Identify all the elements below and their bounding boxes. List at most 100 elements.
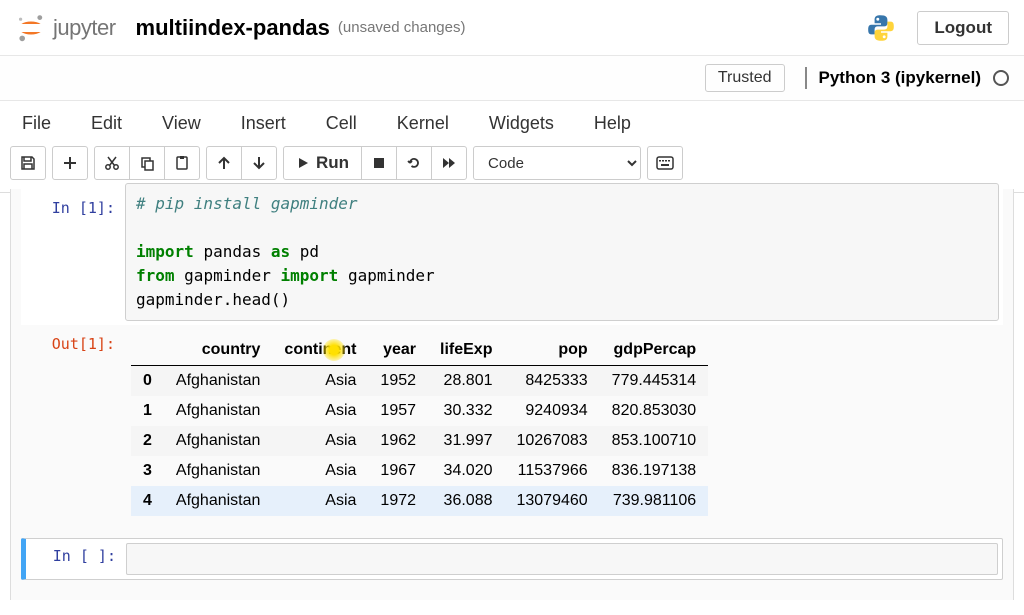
kernel-indicator-icon[interactable] xyxy=(993,70,1009,86)
menu-view[interactable]: View xyxy=(156,111,207,136)
kernel-name[interactable]: Python 3 (ipykernel) xyxy=(819,68,981,88)
table-cell: Afghanistan xyxy=(164,456,273,486)
table-row: 1AfghanistanAsia195730.3329240934820.853… xyxy=(131,396,708,426)
code-cell-1[interactable]: In [1]: # pip install gapminder import p… xyxy=(21,189,1003,325)
paste-button[interactable] xyxy=(164,146,200,180)
notebook-status: (unsaved changes) xyxy=(338,19,466,36)
table-cell: 8425333 xyxy=(504,366,599,397)
table-cell: Afghanistan xyxy=(164,396,273,426)
table-cell: 4 xyxy=(131,486,164,516)
table-cell: 36.088 xyxy=(428,486,504,516)
paste-icon xyxy=(174,155,190,171)
in-prompt-1: In [1]: xyxy=(25,193,125,321)
keyboard-icon xyxy=(656,156,674,170)
code-line-1: import pandas as pd xyxy=(136,240,988,264)
trusted-indicator[interactable]: Trusted xyxy=(705,64,785,92)
plus-icon xyxy=(62,155,78,171)
empty-code-cell[interactable]: In [ ]: xyxy=(21,538,1003,580)
table-header-cell: continent xyxy=(272,335,368,366)
empty-code-input[interactable] xyxy=(126,543,998,575)
jupyter-icon xyxy=(15,12,47,44)
kernel-separator xyxy=(805,67,807,89)
in-prompt-empty: In [ ]: xyxy=(30,543,126,575)
table-header-cell: country xyxy=(164,335,273,366)
table-cell: 853.100710 xyxy=(600,426,709,456)
table-cell: 13079460 xyxy=(504,486,599,516)
move-down-button[interactable] xyxy=(241,146,277,180)
table-cell: 3 xyxy=(131,456,164,486)
menu-edit[interactable]: Edit xyxy=(85,111,128,136)
menu-widgets[interactable]: Widgets xyxy=(483,111,560,136)
table-cell: Asia xyxy=(272,486,368,516)
out-prompt-1: Out[1]: xyxy=(25,329,125,516)
menu-kernel[interactable]: Kernel xyxy=(391,111,455,136)
output-table: countrycontinentyearlifeExppopgdpPercap … xyxy=(131,335,708,516)
table-header-cell: gdpPercap xyxy=(600,335,709,366)
fast-forward-icon xyxy=(441,155,457,171)
table-header-cell: lifeExp xyxy=(428,335,504,366)
table-header-cell: year xyxy=(368,335,428,366)
table-header-cell xyxy=(131,335,164,366)
menu-help[interactable]: Help xyxy=(588,111,637,136)
move-up-button[interactable] xyxy=(206,146,242,180)
notebook-name[interactable]: multiindex-pandas xyxy=(136,15,330,41)
menu-cell[interactable]: Cell xyxy=(320,111,363,136)
stop-button[interactable] xyxy=(361,146,397,180)
python-icon xyxy=(865,12,897,44)
menu-insert[interactable]: Insert xyxy=(235,111,292,136)
menu-file[interactable]: File xyxy=(16,111,57,136)
code-input-1[interactable]: # pip install gapminder import pandas as… xyxy=(125,183,999,321)
notebook-area: In [1]: # pip install gapminder import p… xyxy=(10,189,1014,600)
table-header-cell: pop xyxy=(504,335,599,366)
table-cell: 1972 xyxy=(368,486,428,516)
table-cell: 1 xyxy=(131,396,164,426)
table-cell: 31.997 xyxy=(428,426,504,456)
table-cell: 1952 xyxy=(368,366,428,397)
table-cell: 34.020 xyxy=(428,456,504,486)
code-line-2: from gapminder import gapminder xyxy=(136,264,988,288)
menu-bar: File Edit View Insert Cell Kernel Widget… xyxy=(0,101,1024,136)
copy-icon xyxy=(139,155,155,171)
table-cell: 836.197138 xyxy=(600,456,709,486)
table-cell: 2 xyxy=(131,426,164,456)
table-cell: 1962 xyxy=(368,426,428,456)
table-cell: 1957 xyxy=(368,396,428,426)
table-cell: 779.445314 xyxy=(600,366,709,397)
copy-button[interactable] xyxy=(129,146,165,180)
table-row: 3AfghanistanAsia196734.02011537966836.19… xyxy=(131,456,708,486)
table-cell: Afghanistan xyxy=(164,486,273,516)
logout-button[interactable]: Logout xyxy=(917,11,1009,45)
save-button[interactable] xyxy=(10,146,46,180)
table-cell: 30.332 xyxy=(428,396,504,426)
table-row: 2AfghanistanAsia196231.99710267083853.10… xyxy=(131,426,708,456)
table-row: 0AfghanistanAsia195228.8018425333779.445… xyxy=(131,366,708,397)
table-row: 4AfghanistanAsia197236.08813079460739.98… xyxy=(131,486,708,516)
jupyter-logo[interactable]: jupyter xyxy=(15,12,116,44)
table-cell: Afghanistan xyxy=(164,426,273,456)
run-button[interactable]: Run xyxy=(283,146,362,180)
main-header: jupyter multiindex-pandas (unsaved chang… xyxy=(0,0,1024,56)
cut-icon xyxy=(104,155,120,171)
table-cell: 820.853030 xyxy=(600,396,709,426)
stop-icon xyxy=(372,156,386,170)
restart-button[interactable] xyxy=(396,146,432,180)
table-cell: 10267083 xyxy=(504,426,599,456)
code-comment: # pip install gapminder xyxy=(136,194,358,213)
run-label: Run xyxy=(316,153,349,173)
cut-button[interactable] xyxy=(94,146,130,180)
arrow-up-icon xyxy=(216,155,232,171)
fast-forward-button[interactable] xyxy=(431,146,467,180)
save-icon xyxy=(20,155,36,171)
cell-type-select[interactable]: Code Markdown Raw NBConvert Heading xyxy=(473,146,641,180)
table-header-row: countrycontinentyearlifeExppopgdpPercap xyxy=(131,335,708,366)
table-cell: 9240934 xyxy=(504,396,599,426)
sub-header: Trusted Python 3 (ipykernel) xyxy=(0,56,1024,101)
table-cell: Asia xyxy=(272,366,368,397)
play-icon xyxy=(296,156,310,170)
table-cell: 11537966 xyxy=(504,456,599,486)
jupyter-text: jupyter xyxy=(53,15,116,41)
add-cell-button[interactable] xyxy=(52,146,88,180)
output-cell-1: Out[1]: countrycontinentyearlifeExppopgd… xyxy=(21,325,1003,520)
restart-icon xyxy=(406,155,422,171)
command-palette-button[interactable] xyxy=(647,146,683,180)
